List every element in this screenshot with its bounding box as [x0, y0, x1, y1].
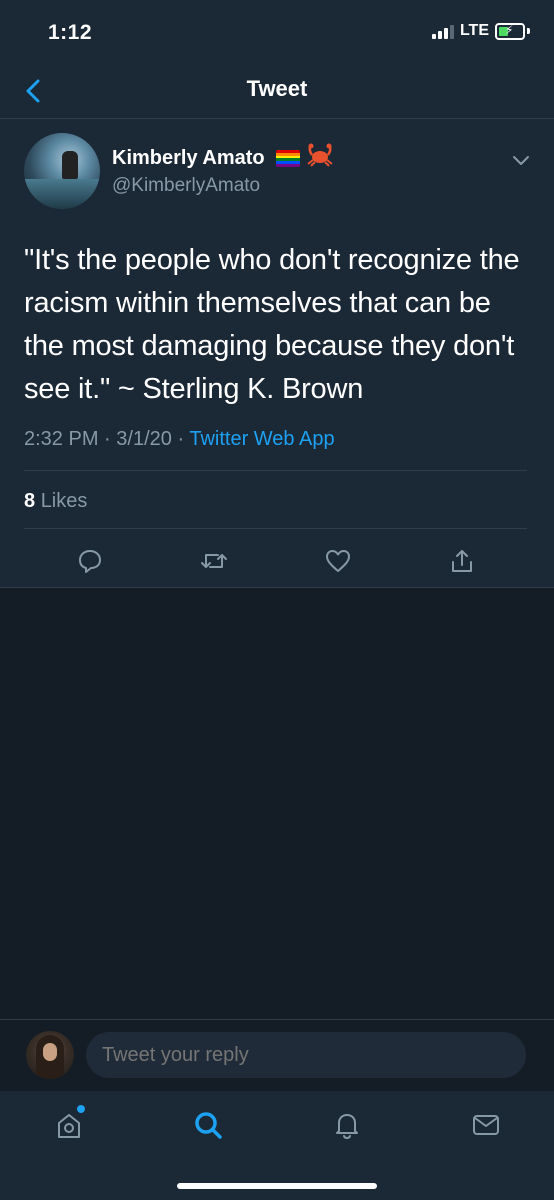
divider: [24, 470, 527, 471]
meta-separator: ·: [177, 428, 185, 450]
divider: [24, 528, 527, 529]
page-title: Tweet: [246, 76, 308, 101]
search-icon: [195, 1112, 222, 1139]
home-icon: [58, 1114, 80, 1138]
tweet-actions: [0, 541, 554, 581]
like-button[interactable]: [318, 541, 358, 581]
like-icon: [326, 550, 350, 572]
notification-dot: [77, 1105, 85, 1113]
tweet-menu-button[interactable]: [510, 149, 532, 171]
reply-button[interactable]: [70, 541, 110, 581]
likes-count-link[interactable]: 8 Likes: [24, 490, 87, 513]
tweet-text: "It's the people who don't recognize the…: [24, 244, 520, 405]
author-handle[interactable]: @KimberlyAmato: [112, 175, 260, 197]
network-type: LTE: [459, 22, 489, 39]
notifications-icon: [336, 1114, 358, 1140]
messages-icon: [473, 1115, 499, 1135]
share-icon: [452, 550, 472, 572]
signal-icon: [431, 23, 454, 39]
reply-bar: [0, 1019, 554, 1092]
battery-tip: [527, 28, 530, 34]
tweet-detail: Kimberly Amato @KimberlyAmato "It's the …: [0, 119, 554, 588]
author-name[interactable]: Kimberly Amato: [112, 147, 265, 170]
meta-separator: ·: [104, 428, 111, 450]
author-avatar[interactable]: [24, 133, 100, 209]
tab-notifications[interactable]: [325, 1103, 369, 1147]
status-bar: 1:12 LTE ⚡: [0, 0, 554, 64]
retweet-icon: [201, 554, 227, 568]
tweet-time: 2:32 PM: [24, 428, 99, 450]
nav-bar: Tweet: [0, 64, 554, 119]
user-avatar[interactable]: [26, 1031, 74, 1079]
tab-home[interactable]: [47, 1103, 91, 1147]
reply-icon: [79, 550, 101, 573]
retweet-button[interactable]: [194, 541, 234, 581]
tab-search[interactable]: [186, 1103, 230, 1147]
likes-label: Likes: [40, 490, 88, 512]
status-indicators: LTE ⚡: [431, 22, 530, 40]
tweet-source-link[interactable]: Twitter Web App: [189, 428, 334, 450]
home-indicator: [177, 1183, 377, 1189]
tweet-meta: 2:32 PM · 3/1/20 · Twitter Web App: [24, 428, 335, 451]
tweet-date: 3/1/20: [116, 428, 172, 450]
likes-count: 8: [24, 490, 36, 512]
reply-input[interactable]: [86, 1032, 526, 1078]
chevron-down-icon: [513, 156, 529, 165]
crab-icon: [306, 143, 334, 173]
share-button[interactable]: [442, 541, 482, 581]
status-time: 1:12: [48, 21, 93, 44]
rainbow-flag-icon: [276, 150, 300, 167]
battery-icon: ⚡: [495, 22, 525, 40]
tab-messages[interactable]: [464, 1103, 508, 1147]
